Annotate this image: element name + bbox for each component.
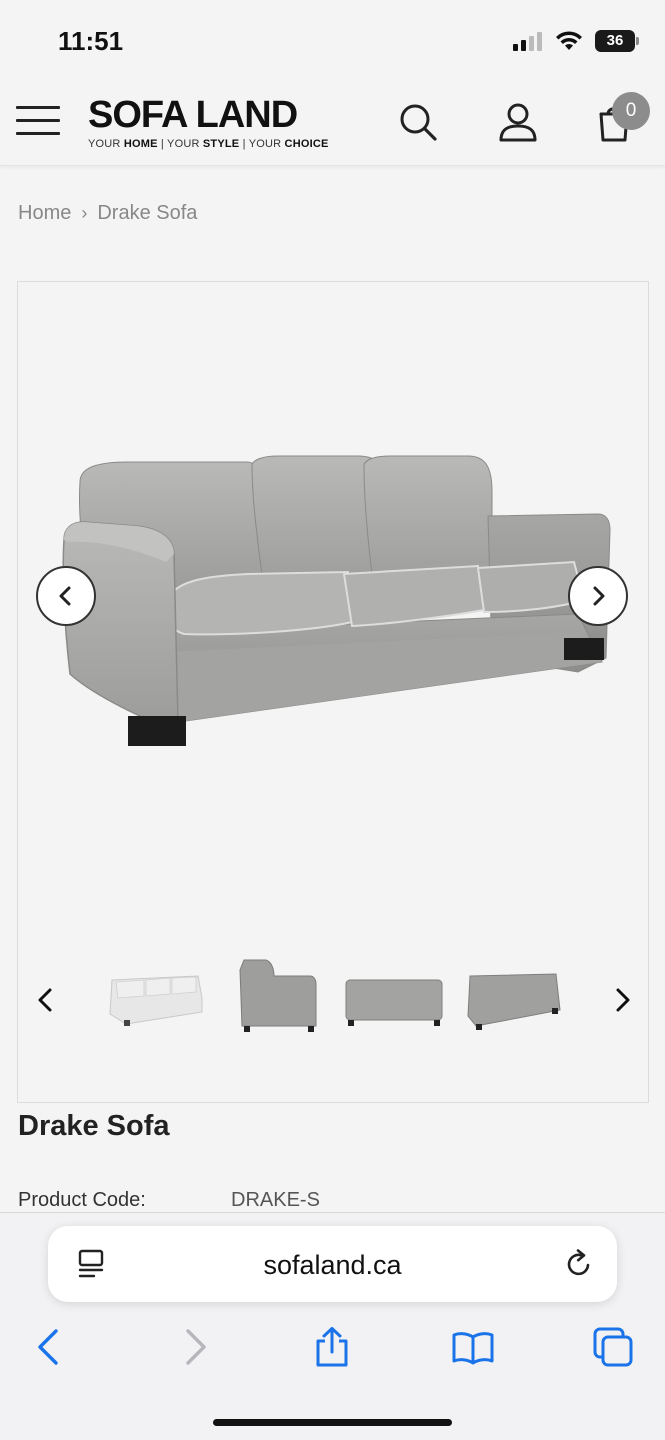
image-prev-button[interactable]	[36, 566, 96, 626]
product-code-value: DRAKE-S	[231, 1189, 320, 1211]
tabs-icon[interactable]	[591, 1325, 635, 1369]
thumbnail-4[interactable]	[466, 950, 562, 1050]
chevron-right-icon	[593, 586, 605, 606]
product-code-label: Product Code:	[18, 1189, 146, 1211]
site-header: SOFA LAND YOUR HOME | YOUR STYLE | YOUR …	[0, 80, 665, 166]
back-icon[interactable]	[28, 1325, 72, 1369]
battery-icon: 36	[595, 30, 639, 52]
logo-main-text: SOFA LAND	[88, 94, 298, 136]
thumbnail-3[interactable]	[344, 950, 444, 1050]
thumbnail-prev-icon[interactable]	[30, 982, 60, 1018]
signal-icon	[513, 32, 542, 51]
chevron-left-icon	[59, 586, 71, 606]
main-product-image[interactable]	[18, 422, 648, 842]
share-icon[interactable]	[310, 1325, 354, 1369]
user-icon[interactable]	[496, 100, 540, 144]
site-logo[interactable]: SOFA LAND YOUR HOME | YOUR STYLE | YOUR …	[88, 96, 338, 150]
status-time: 11:51	[58, 26, 124, 56]
browser-toolbar: sofaland.ca	[0, 1212, 665, 1440]
status-bar: 11:51 36	[0, 0, 665, 80]
breadcrumb-current: Drake Sofa	[97, 202, 198, 224]
status-icons: 36	[513, 30, 639, 52]
thumbnail-strip	[18, 950, 648, 1050]
menu-icon[interactable]	[16, 106, 60, 138]
thumbnail-next-icon[interactable]	[608, 982, 638, 1018]
product-title: Drake Sofa	[18, 1110, 170, 1142]
address-bar[interactable]: sofaland.ca	[48, 1226, 617, 1302]
breadcrumb-separator: ›	[81, 203, 88, 223]
product-code-row: Product Code: DRAKE-S	[18, 1189, 320, 1212]
home-indicator[interactable]	[213, 1419, 452, 1426]
cart-count-badge[interactable]: 0	[612, 92, 650, 130]
thumbnail-2[interactable]	[236, 950, 318, 1050]
forward-icon[interactable]	[172, 1325, 216, 1369]
reload-icon[interactable]	[563, 1248, 595, 1280]
bookmarks-icon[interactable]	[451, 1325, 495, 1369]
image-next-button[interactable]	[568, 566, 628, 626]
wifi-icon	[556, 31, 582, 50]
thumbnail-1[interactable]	[106, 950, 206, 1050]
url-text[interactable]: sofaland.ca	[48, 1250, 617, 1281]
breadcrumb-home-link[interactable]: Home	[18, 202, 71, 225]
breadcrumb: Home › Drake Sofa	[18, 202, 197, 225]
logo-tagline: YOUR HOME | YOUR STYLE | YOUR CHOICE	[88, 138, 329, 150]
search-icon[interactable]	[396, 100, 440, 144]
product-gallery	[17, 281, 649, 1103]
